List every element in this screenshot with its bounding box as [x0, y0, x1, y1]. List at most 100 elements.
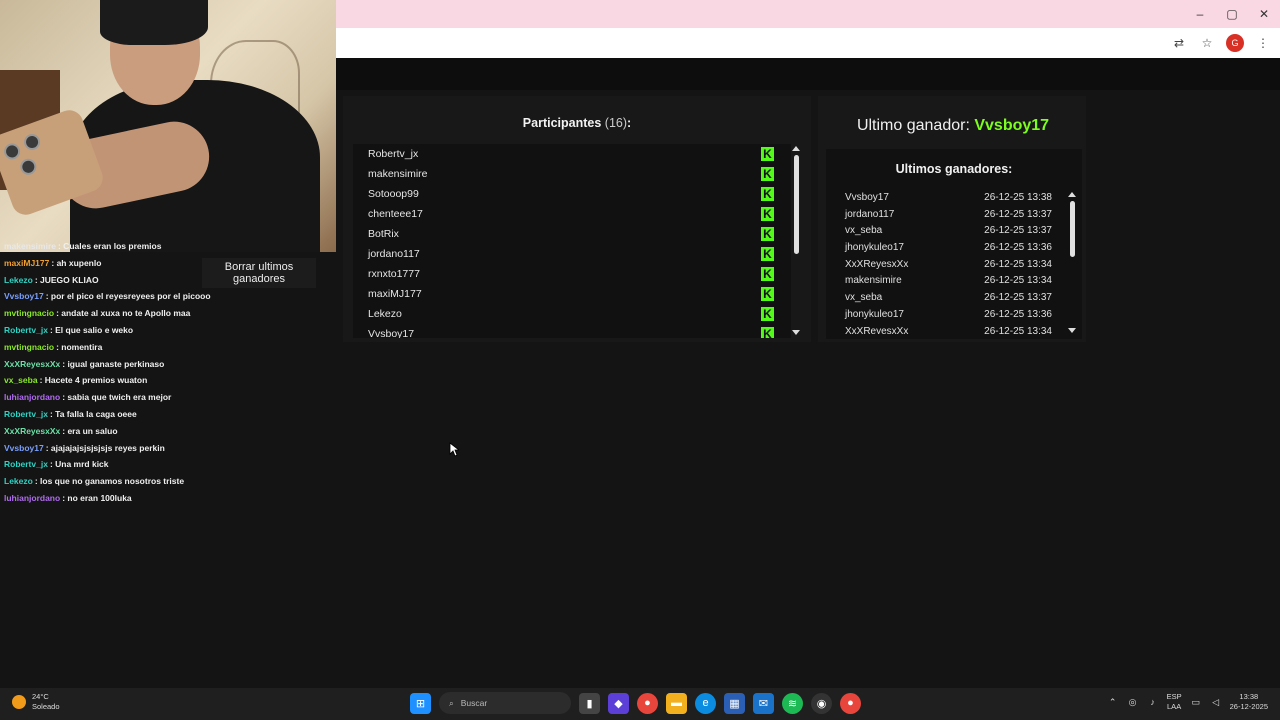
weather-widget[interactable]: 24°C Soleado [12, 692, 60, 712]
address-bar[interactable] [336, 28, 1280, 58]
browser-toolbar-icons: ⇄ ☆ G ⋮ [1170, 34, 1272, 52]
chat-text: : JUEGO KLIAO [34, 274, 99, 285]
chat-username[interactable]: luhianjordano [4, 392, 60, 402]
chat-text: : por el pico el reyesreyees por el pico… [45, 291, 211, 302]
chat-message: Lekezo: JUEGO KLIAO [4, 272, 224, 289]
chat-username[interactable]: maxiMJ177 [4, 258, 49, 268]
clock[interactable]: 13:38 26-12-2025 [1230, 692, 1268, 712]
taskbar-apps: ⊞ ⌕ Buscar ▮ ◆ ● ▬ e ▦ ✉ ≋ ◉ ● [410, 692, 861, 714]
minimize-button[interactable]: – [1184, 0, 1216, 28]
chat-username[interactable]: luhianjordano [4, 493, 60, 503]
display-icon[interactable]: ▭ [1190, 696, 1202, 708]
chrome-icon[interactable]: ● [637, 692, 658, 714]
kick-icon: K [761, 227, 774, 241]
participants-scroll-thumb[interactable] [793, 155, 799, 254]
winners-scrollbar[interactable] [1068, 190, 1076, 336]
clear-winners-button[interactable]: Borrar ultimos ganadores [202, 258, 316, 288]
edge-icon[interactable]: e [695, 692, 716, 714]
winner-time: 26-12-25 13:36 [984, 308, 1052, 320]
microphone-icon[interactable]: ♪ [1147, 696, 1159, 708]
participants-list: Robertv_jx Kmakensimire K Sotooop99 Kchentee… [353, 144, 791, 338]
chat-text: : El que salio e weko [49, 324, 134, 335]
participant-name: makensimire [368, 168, 428, 180]
taskbar-search[interactable]: ⌕ Buscar [439, 692, 571, 714]
chat-username[interactable]: Lekezo [4, 476, 33, 486]
language-indicator[interactable]: ESP LAA [1167, 692, 1182, 712]
spotify-icon[interactable]: ≋ [782, 692, 803, 714]
menu-icon[interactable]: ⋮ [1254, 34, 1272, 52]
obs-icon[interactable]: ◉ [811, 692, 832, 714]
chat-message: Robertv_jx: Ta falla la caga oeee [4, 406, 224, 423]
weather-desc: Soleado [32, 702, 60, 711]
chat-username[interactable]: mvtingnacio [4, 342, 54, 352]
chat-text: : los que no ganamos nosotros triste [34, 476, 185, 487]
system-tray: ⌃ ◎ ♪ ESP LAA ▭ ◁ 13:38 26-12-2025 [1107, 692, 1268, 712]
kick-icon: K [761, 167, 774, 181]
maximize-button[interactable]: ▢ [1216, 0, 1248, 28]
chat-text: : Hacete 4 premios wuaton [39, 375, 148, 386]
file-explorer-icon[interactable]: ▮ [579, 692, 600, 714]
sun-icon [12, 695, 26, 709]
winner-row: Vvsboy17 26-12-25 13:38 [838, 190, 1062, 207]
profile-icon[interactable]: G [1226, 34, 1244, 52]
scroll-down-arrow[interactable] [792, 330, 800, 335]
kick-icon: K [761, 147, 774, 161]
chrome-alt-icon[interactable]: ● [840, 692, 861, 714]
phone-lens [18, 156, 39, 178]
chat-username[interactable]: makensimire [4, 241, 56, 251]
kick-icon: K [761, 187, 774, 201]
outlook-icon[interactable]: ✉ [753, 692, 774, 714]
scroll-up-arrow[interactable] [1068, 192, 1076, 197]
participants-scrollbar[interactable] [792, 144, 800, 338]
participant-row: Lekezo K [353, 304, 791, 324]
last-winner-heading: Ultimo ganador: Vvsboy17 [818, 117, 1088, 135]
chat-username[interactable]: Robertv_jx [4, 325, 48, 335]
winners-scroll-thumb[interactable] [1069, 201, 1075, 257]
chevron-up-icon[interactable]: ⌃ [1107, 696, 1119, 708]
network-icon[interactable]: ◎ [1127, 696, 1139, 708]
phone-lens [1, 141, 23, 162]
chat-username[interactable]: vx_seba [4, 375, 38, 385]
participant-name: chenteee17 [368, 208, 423, 220]
winner-row: vx_seba 26-12-25 13:37 [838, 223, 1062, 240]
phone-lens [21, 131, 43, 153]
translate-icon[interactable]: ⇄ [1170, 34, 1188, 52]
chat-message: luhianjordano: sabia que twich era mejor [4, 389, 224, 406]
participant-row: maxiMJ177 K [353, 284, 791, 304]
chat-username[interactable]: Robertv_jx [4, 409, 48, 419]
participant-name: maxiMJ177 [368, 288, 422, 300]
participant-row: BotRix K [353, 224, 791, 244]
chat-message: vx_seba: Hacete 4 premios wuaton [4, 372, 224, 389]
search-icon: ⌕ [449, 697, 454, 708]
participant-name: BotRix [368, 228, 399, 240]
winner-time: 26-12-25 13:37 [984, 225, 1052, 237]
calculator-icon[interactable]: ▦ [724, 692, 745, 714]
volume-icon[interactable]: ◁ [1210, 696, 1222, 708]
scroll-up-arrow[interactable] [792, 146, 800, 151]
language-top: ESP [1166, 692, 1182, 701]
browser-titlebar [336, 0, 1280, 28]
winner-time: 26-12-25 13:34 [984, 258, 1052, 270]
winner-name: jhonykuleo17 [845, 308, 904, 320]
chat-username[interactable]: Robertv_jx [4, 459, 48, 469]
windows-start-icon[interactable]: ⊞ [410, 692, 431, 714]
close-button[interactable]: ✕ [1248, 0, 1280, 28]
last-winner-name: Vvsboy17 [974, 117, 1050, 134]
folder-icon[interactable]: ▬ [666, 692, 687, 714]
chat-message: maxiMJ177: ah xupenlo [4, 255, 224, 272]
chat-username[interactable]: Lekezo [4, 275, 33, 285]
chat-username[interactable]: mvtingnacio [4, 308, 54, 318]
chat-message: XxXReyesxXx: igual ganaste perkinaso [4, 356, 224, 373]
winners-list: Vvsboy17 26-12-25 13:38 jordano117 26-12-25… [838, 190, 1062, 334]
chat-username[interactable]: Vvsboy17 [4, 291, 44, 301]
store-icon[interactable]: ◆ [608, 692, 629, 714]
star-icon[interactable]: ☆ [1198, 34, 1216, 52]
scroll-down-arrow[interactable] [1068, 328, 1076, 333]
chat-log: makensimire: Cuales eran los premios maxi… [4, 241, 224, 507]
chat-username[interactable]: XxXReyesxXx [4, 426, 60, 436]
weather-temp: 24°C [32, 692, 49, 701]
chat-message: Vvsboy17: ajajajajsjsjsjsjs reyes perkin [4, 440, 224, 457]
chat-username[interactable]: XxXReyesxXx [4, 359, 60, 369]
chat-username[interactable]: Vvsboy17 [4, 443, 44, 453]
participant-name: Robertv_jx [368, 148, 419, 160]
